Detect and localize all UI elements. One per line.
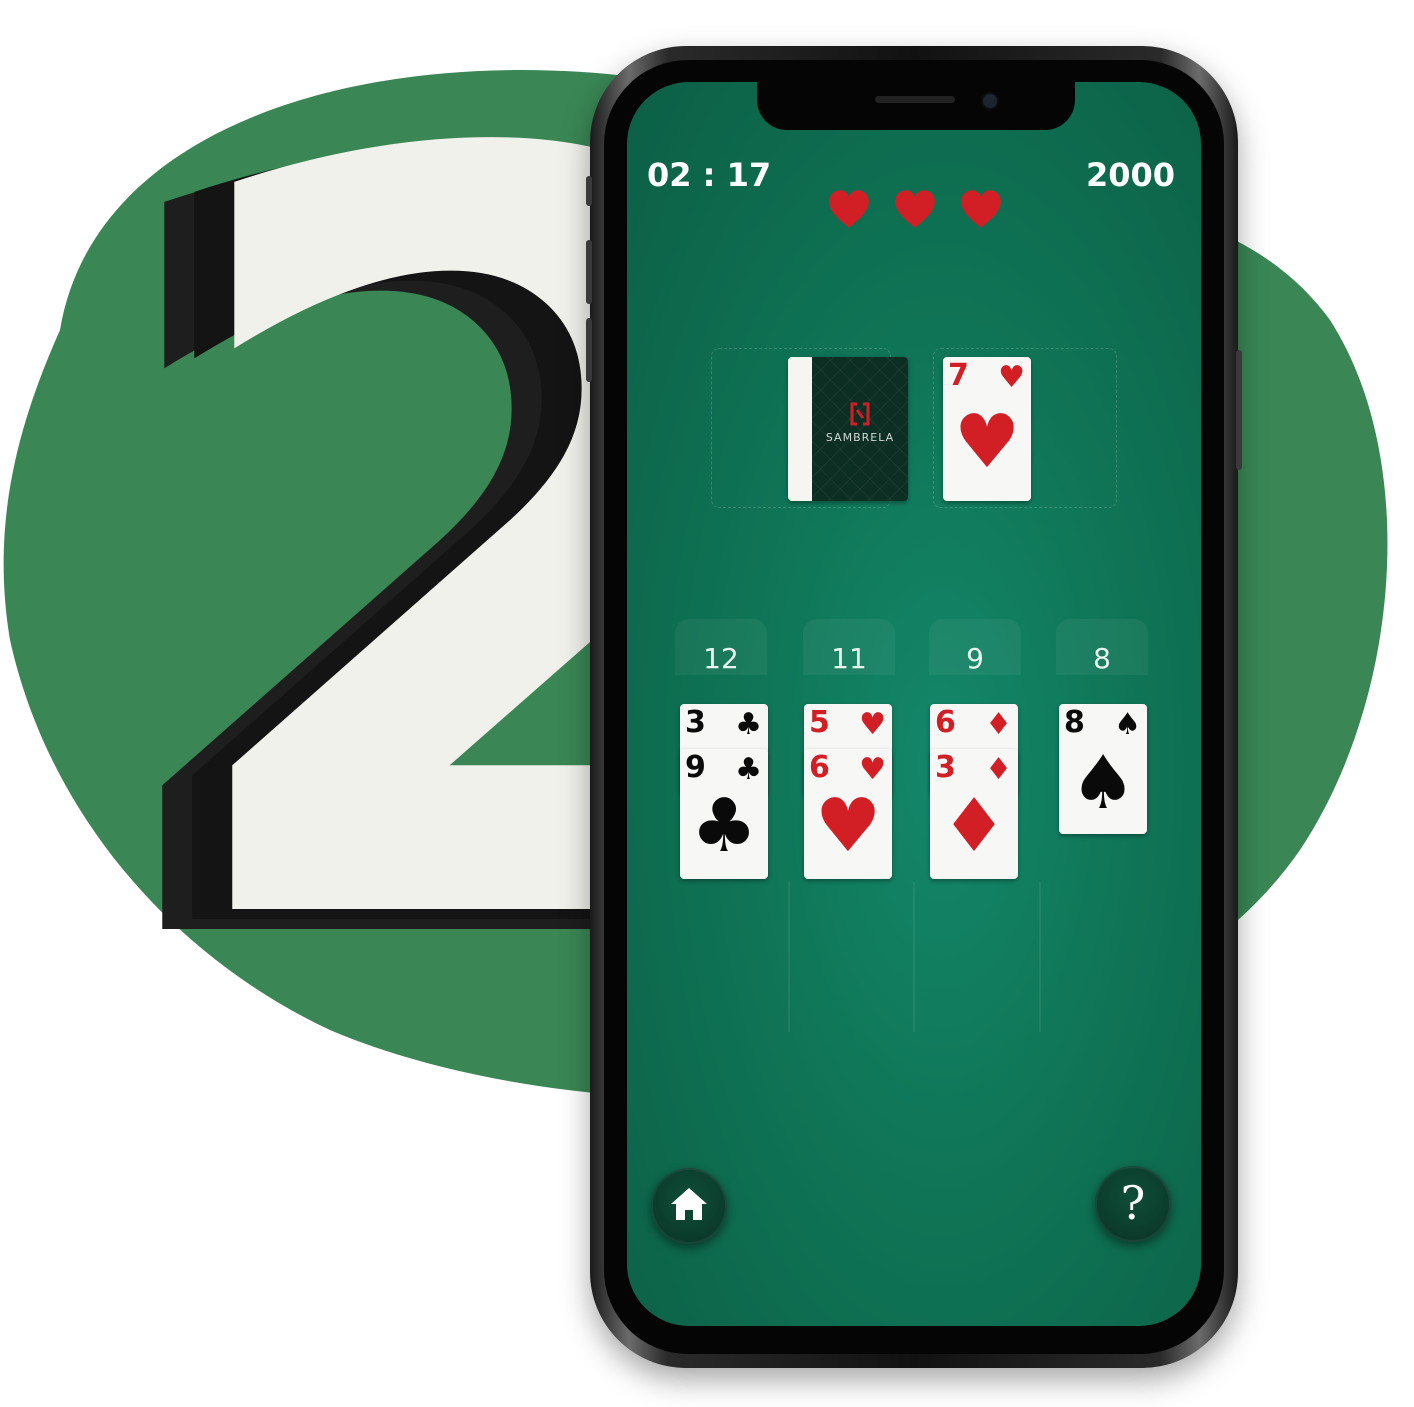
speaker-grille xyxy=(875,96,955,103)
column-count: 12 xyxy=(703,642,739,675)
waste-card[interactable]: 7 ♥ ♥ xyxy=(943,357,1031,501)
big-number-two: 2 xyxy=(150,120,590,960)
card-rank: 3 xyxy=(935,750,956,785)
phone-volume-up xyxy=(586,240,592,304)
club-suit-icon: ♣ xyxy=(735,707,762,742)
card-rank: 6 xyxy=(935,705,956,740)
phone-side-button xyxy=(586,176,592,206)
heart-suit-large-icon: ♥ xyxy=(953,399,1021,485)
club-suit-icon: ♣ xyxy=(735,752,762,787)
diamond-suit-large-icon: ♦ xyxy=(940,783,1008,869)
card-back-brand: SAMBRELA xyxy=(825,431,895,444)
column-count: 8 xyxy=(1093,642,1111,675)
timer: 02 : 17 xyxy=(647,156,772,194)
tableau-card[interactable]: 3 ♦ ♦ xyxy=(930,749,1018,879)
heart-icon xyxy=(961,190,1001,228)
phone-notch xyxy=(757,82,1075,130)
card-back-pattern xyxy=(812,357,908,501)
decorative-number: 2 xyxy=(150,120,590,960)
heart-suit-icon: ♥ xyxy=(859,707,886,742)
club-suit-large-icon: ♣ xyxy=(690,783,758,869)
card-rank: 6 xyxy=(809,750,830,785)
heart-suit-icon: ♥ xyxy=(998,360,1025,395)
home-icon xyxy=(671,1188,707,1220)
card-rank: 3 xyxy=(685,705,706,740)
diamond-suit-icon: ♦ xyxy=(985,707,1012,742)
home-button[interactable] xyxy=(651,1168,727,1244)
heart-icon xyxy=(895,190,935,228)
diamond-suit-icon: ♦ xyxy=(985,752,1012,787)
card-rank: 8 xyxy=(1064,705,1085,740)
sambrela-logo-icon xyxy=(850,402,870,426)
score: 2000 xyxy=(1085,156,1175,194)
column-divider xyxy=(788,882,790,1032)
column-divider xyxy=(913,882,915,1032)
help-button[interactable]: ? xyxy=(1095,1166,1171,1242)
card-rank: 5 xyxy=(809,705,830,740)
tableau-card[interactable]: 9 ♣ ♣ xyxy=(680,749,768,879)
spade-suit-icon: ♠ xyxy=(1114,707,1141,742)
game-screen: 02 : 17 2000 SAMBRELA 7 ♥ ♥ 12 11 9 8 3 … xyxy=(627,82,1201,1326)
heart-suit-large-icon: ♥ xyxy=(814,783,882,869)
camera-icon xyxy=(981,92,999,110)
help-icon: ? xyxy=(1120,1176,1146,1230)
heart-suit-icon: ♥ xyxy=(859,752,886,787)
column-count: 9 xyxy=(966,642,984,675)
tableau-card[interactable]: 8 ♠ ♠ xyxy=(1059,704,1147,834)
heart-icon xyxy=(829,190,869,228)
column-divider xyxy=(1039,882,1041,1032)
column-count: 11 xyxy=(831,642,867,675)
spade-suit-large-icon: ♠ xyxy=(1069,740,1137,826)
lives xyxy=(827,188,1007,234)
phone-volume-down xyxy=(586,318,592,382)
tableau-card[interactable]: 6 ♥ ♥ xyxy=(804,749,892,879)
card-rank: 7 xyxy=(948,358,969,393)
phone-power-button xyxy=(1236,350,1242,470)
stock-pile[interactable]: SAMBRELA xyxy=(788,357,908,501)
card-rank: 9 xyxy=(685,750,706,785)
